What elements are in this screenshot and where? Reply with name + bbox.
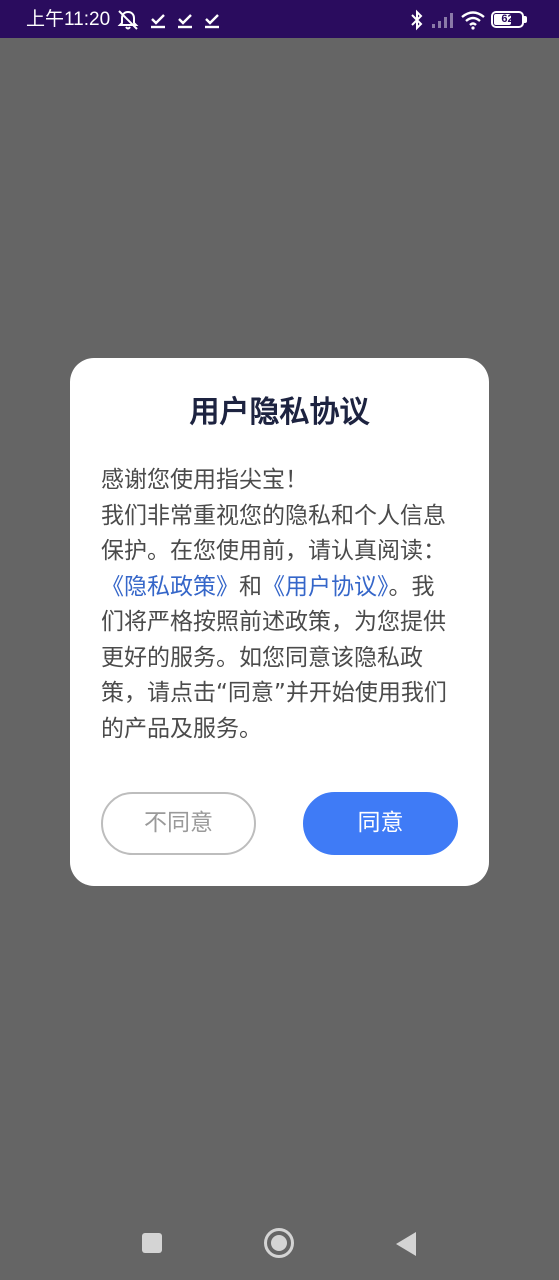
check-icon — [203, 11, 221, 34]
recent-apps-icon[interactable] — [141, 1232, 163, 1258]
check-icon — [176, 11, 194, 34]
navigation-bar — [0, 1200, 559, 1280]
bluetooth-icon — [409, 9, 425, 36]
status-bar: 上午11:20 62 — [0, 0, 559, 38]
privacy-policy-link[interactable]: 《隐私政策》 — [101, 574, 239, 600]
status-time: 上午11:20 — [26, 9, 111, 30]
battery-tip — [524, 16, 527, 23]
agree-button[interactable]: 同意 — [303, 792, 458, 855]
battery-icon: 62 — [491, 11, 524, 28]
dialog-title: 用户隐私协议 — [189, 395, 370, 430]
signal-icon — [431, 11, 457, 34]
battery-level-text: 62 — [501, 13, 514, 25]
wifi-icon — [460, 10, 486, 35]
conjunction-text: 和 — [239, 573, 262, 600]
disagree-button[interactable]: 不同意 — [101, 792, 256, 855]
user-agreement-link[interactable]: 《用户协议》 — [262, 574, 389, 600]
greeting-text: 感谢您使用指尖宝！ — [101, 467, 308, 493]
home-icon[interactable] — [263, 1227, 295, 1263]
notifications-off-icon — [116, 9, 140, 36]
body-text-part1: 我们非常重视您的隐私和个人信息保护。在您使用前，请认真阅读： — [101, 502, 446, 565]
back-icon[interactable] — [394, 1231, 418, 1261]
privacy-dialog: 用户隐私协议 感谢您使用指尖宝！ 我们非常重视您的隐私和个人信息保护。在您使用前… — [70, 358, 489, 886]
check-icon — [149, 11, 167, 34]
dialog-body: 感谢您使用指尖宝！ 我们非常重视您的隐私和个人信息保护。在您使用前，请认真阅读：… — [101, 463, 457, 747]
